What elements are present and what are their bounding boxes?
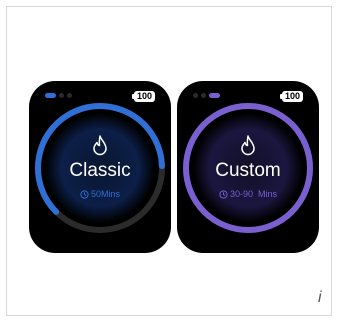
mode-title: Classic (69, 160, 131, 181)
watch-screen-custom[interactable]: 100 Custom 30-90 Mins (177, 81, 319, 253)
duration-row: 30-90 Mins (177, 189, 319, 199)
flame-icon (93, 135, 107, 156)
info-icon[interactable]: i (318, 290, 322, 306)
clock-icon (80, 189, 89, 199)
duration-text: 50Mins (90, 189, 120, 199)
flame-icon (241, 135, 255, 156)
duration-row: 50Mins (29, 189, 171, 199)
watch-screen-classic[interactable]: 100 Classic 50Mins (29, 81, 171, 253)
clock-icon (219, 189, 228, 199)
duration-text: 30-90 Mins (229, 189, 278, 199)
mode-title: Custom (215, 160, 281, 181)
